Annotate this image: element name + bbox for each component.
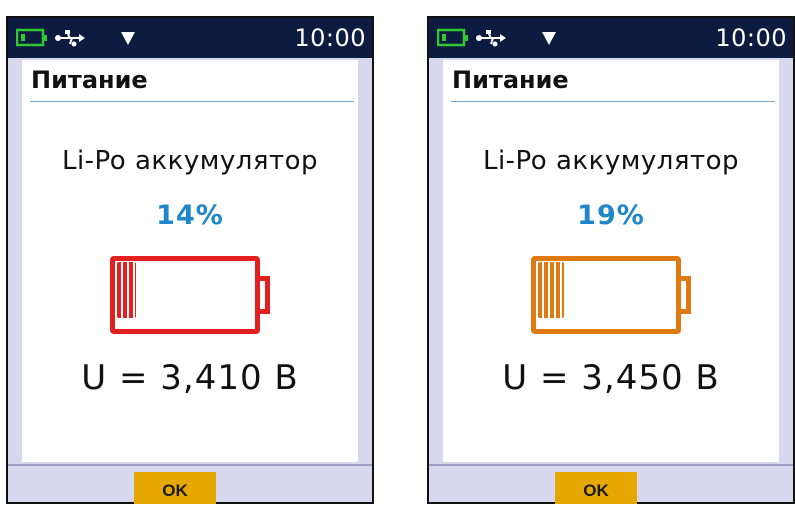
content-panel: Питание Li-Po аккумулятор 19% U = 3,450 … xyxy=(443,60,779,462)
signal-down-icon xyxy=(121,32,135,45)
title-divider xyxy=(451,101,775,102)
battery-gauge-icon xyxy=(110,256,280,338)
footer-divider xyxy=(429,464,793,466)
voltage-readout: U = 3,450 В xyxy=(502,358,720,398)
status-time: 10:00 xyxy=(715,24,787,52)
status-time: 10:00 xyxy=(294,24,366,52)
battery-type-label: Li-Po аккумулятор xyxy=(482,146,740,176)
charge-percent: 14% xyxy=(156,200,224,231)
usb-icon xyxy=(55,30,85,47)
device-screen-left: 10:00 Питание Li-Po аккумулятор 14% U = … xyxy=(6,16,374,504)
usb-icon xyxy=(476,30,506,47)
ok-button[interactable]: OK xyxy=(555,472,637,504)
signal-down-icon xyxy=(542,32,556,45)
content-panel: Питание Li-Po аккумулятор 14% U = 3,410 … xyxy=(22,60,358,462)
battery-tip xyxy=(679,276,691,314)
battery-icon xyxy=(15,28,47,47)
battery-icon xyxy=(436,28,468,47)
ok-button[interactable]: OK xyxy=(134,472,216,504)
status-bar: 10:00 xyxy=(429,18,793,58)
title-divider xyxy=(30,101,354,102)
battery-fill xyxy=(538,262,564,318)
page-title: Питание xyxy=(452,66,569,94)
battery-type-label: Li-Po аккумулятор xyxy=(61,146,319,176)
status-icons xyxy=(15,26,146,54)
footer-divider xyxy=(8,464,372,466)
device-screen-right: 10:00 Питание Li-Po аккумулятор 19% U = … xyxy=(427,16,795,504)
battery-gauge-icon xyxy=(531,256,701,338)
charge-percent: 19% xyxy=(577,200,645,231)
page-title: Питание xyxy=(31,66,148,94)
battery-tip xyxy=(258,276,270,314)
battery-fill xyxy=(117,262,136,318)
voltage-readout: U = 3,410 В xyxy=(81,358,299,398)
status-bar: 10:00 xyxy=(8,18,372,58)
status-icons xyxy=(436,26,567,54)
